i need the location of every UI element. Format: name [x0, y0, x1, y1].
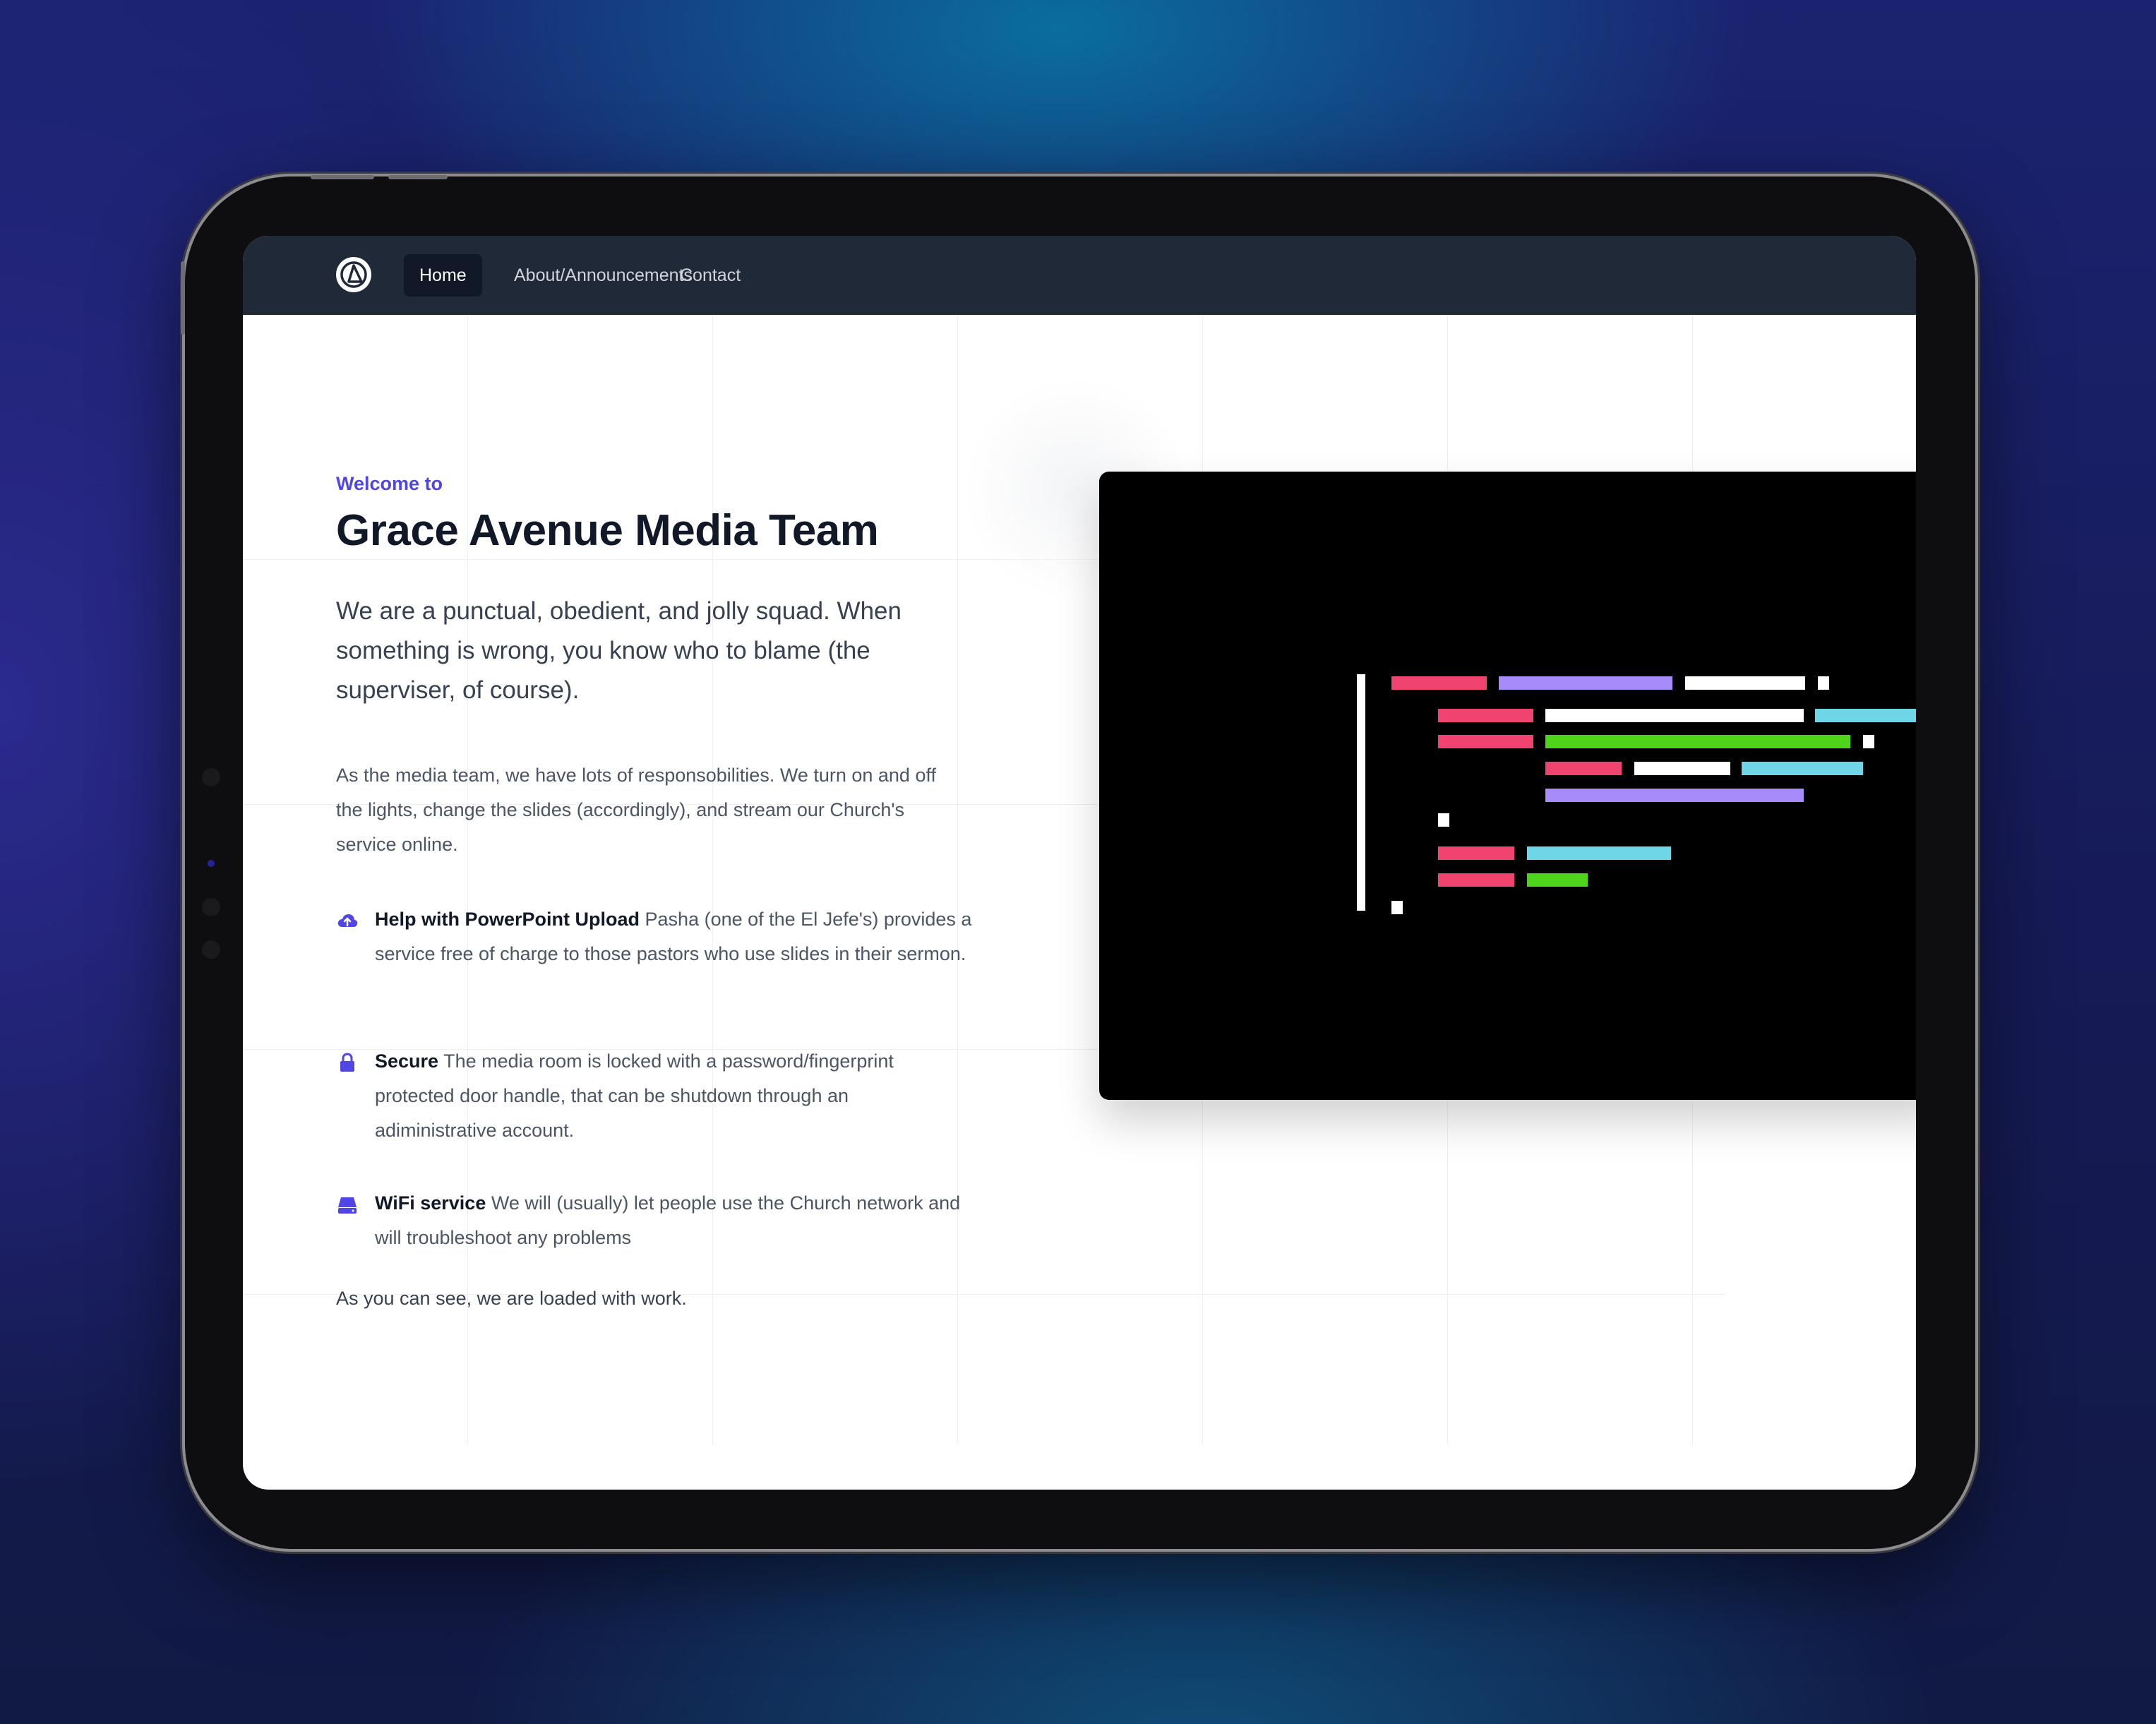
feature-title: WiFi service [375, 1192, 486, 1214]
feature-text: WiFi service We will (usually) let peopl… [375, 1186, 975, 1255]
body-paragraph: As the media team, we have lots of respo… [336, 765, 936, 855]
code-token [1863, 735, 1874, 748]
code-token [1438, 709, 1533, 722]
camera-sensor-1 [202, 768, 220, 786]
code-token [1742, 762, 1863, 775]
code-token [1815, 709, 1916, 722]
outro-text: As you can see, we are loaded with work. [336, 1288, 687, 1309]
code-token [1391, 676, 1487, 690]
grid-line [712, 315, 713, 1444]
code-illustration [1099, 472, 1916, 1100]
feature-title: Secure [375, 1050, 439, 1072]
cloud-upload-icon [337, 914, 358, 927]
code-token [1499, 676, 1672, 690]
code-token [1527, 873, 1588, 887]
code-token [1818, 676, 1829, 690]
grid-line [467, 315, 468, 1444]
code-token [1391, 901, 1403, 914]
code-token [1545, 709, 1804, 722]
grid-line [957, 315, 958, 1444]
feature-description: The media room is locked with a password… [375, 1050, 894, 1141]
code-token [1685, 676, 1805, 690]
code-token [1438, 873, 1514, 887]
side-button [181, 261, 185, 335]
code-token [1634, 762, 1730, 775]
code-token [1545, 735, 1850, 748]
eyebrow-text: Welcome to [336, 473, 443, 494]
lock-icon [340, 1053, 354, 1072]
feature-text: Secure The media room is locked with a p… [375, 1044, 975, 1148]
logo-icon[interactable] [336, 257, 371, 292]
camera-sensor-2 [208, 860, 215, 867]
code-token [1545, 762, 1622, 775]
code-lines-graphic [1357, 674, 1916, 914]
top-button-1 [311, 175, 374, 179]
code-token [1527, 846, 1671, 860]
code-token [1438, 846, 1514, 860]
top-button-2 [388, 175, 448, 179]
top-navbar: Home About/Announcements Contact [243, 236, 1916, 315]
code-token [1438, 813, 1449, 827]
camera-sensor-3 [202, 898, 220, 916]
code-token [1438, 735, 1533, 748]
code-gutter-line [1357, 674, 1365, 911]
code-token [1545, 789, 1804, 802]
feature-title: Help with PowerPoint Upload [375, 909, 640, 930]
page-title: Grace Avenue Media Team [336, 506, 879, 555]
nav-contact[interactable]: Contact [664, 254, 756, 297]
feature-text: Help with PowerPoint Upload Pasha (one o… [375, 902, 975, 971]
nav-home[interactable]: Home [404, 254, 482, 297]
camera-sensor-4 [202, 940, 220, 959]
screen: Home About/Announcements Contact Welcome… [243, 236, 1916, 1490]
lead-paragraph: We are a punctual, obedient, and jolly s… [336, 597, 902, 704]
server-icon [338, 1197, 357, 1214]
